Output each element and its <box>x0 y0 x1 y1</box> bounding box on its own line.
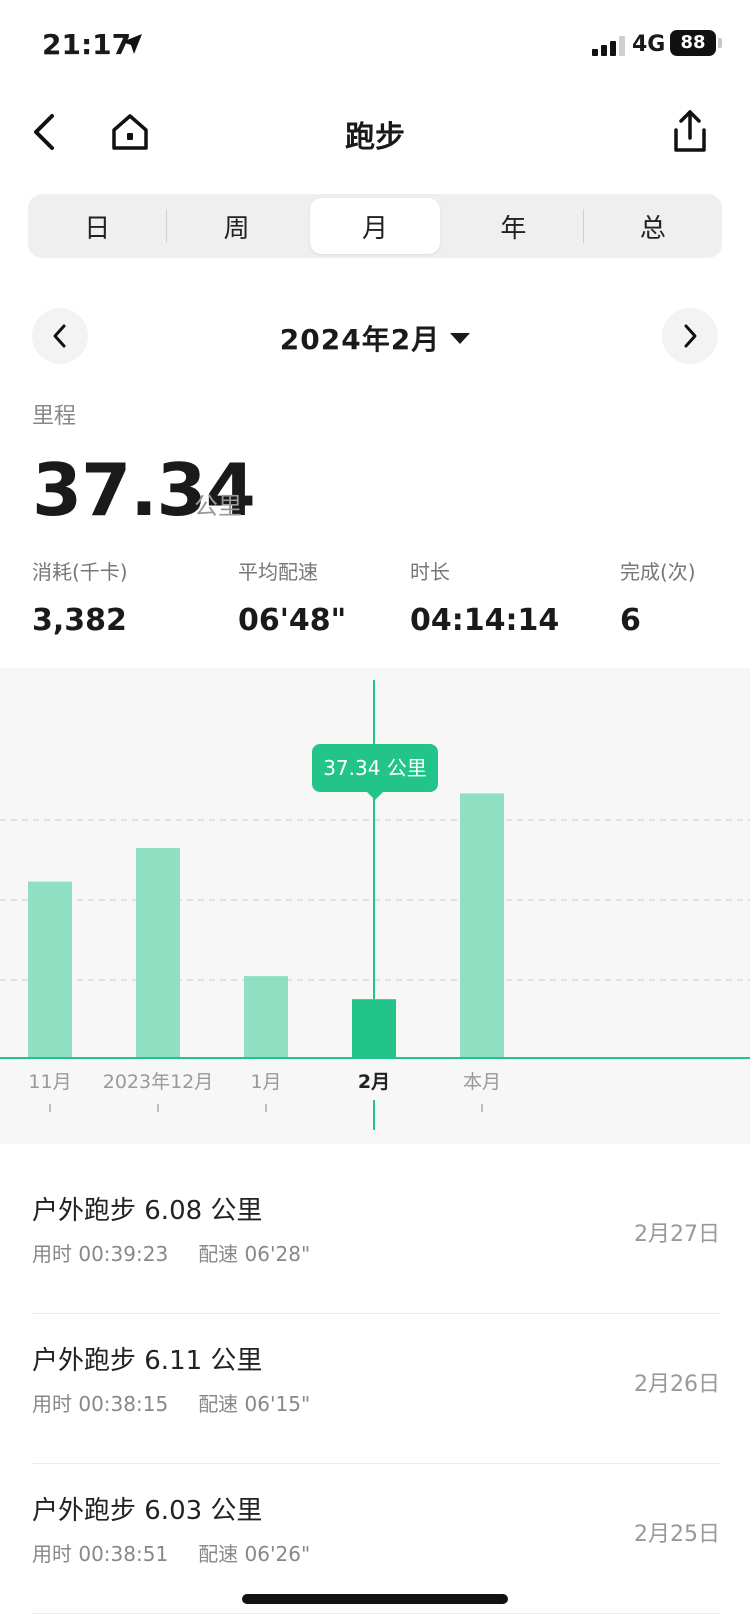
tab-divider <box>582 209 584 243</box>
record-date: 2月26日 <box>634 1372 720 1397</box>
x-tick-label: 本月 <box>463 1071 501 1093</box>
bar-chart: 11月 2023年12月 1月 2月 本月 <box>0 680 750 1130</box>
record-title: 户外跑步 6.08 公里 <box>32 1196 263 1226</box>
record-date: 2月25日 <box>634 1522 720 1547</box>
chart-bar[interactable] <box>244 976 288 1058</box>
tab-day[interactable]: 日 <box>32 198 162 254</box>
list-item[interactable]: 户外跑步 6.11 公里 用时 00:38:15 配速 06'15" 2月26日 <box>32 1314 720 1464</box>
list-item[interactable]: 户外跑步 6.08 公里 用时 00:39:23 配速 06'28" 2月27日 <box>32 1164 720 1314</box>
record-title: 户外跑步 6.03 公里 <box>32 1496 263 1526</box>
home-indicator <box>242 1594 508 1604</box>
list-item[interactable]: 户外跑步 6.03 公里 用时 00:38:51 配速 06'26" 2月25日 <box>32 1464 720 1614</box>
chart-bar[interactable] <box>352 999 396 1058</box>
tab-divider <box>166 209 168 243</box>
x-tick-label: 11月 <box>28 1071 71 1093</box>
tab-week[interactable]: 周 <box>171 198 301 254</box>
stat-calories: 消耗(千卡) 3,382 <box>32 560 128 638</box>
x-tick-label: 2023年12月 <box>103 1071 214 1093</box>
x-tick-label: 2月 <box>358 1071 390 1093</box>
battery-icon: 88 <box>670 30 716 56</box>
network-type: 4G <box>632 32 666 57</box>
month-dropdown[interactable]: 2024年2月 <box>0 318 750 358</box>
tab-year[interactable]: 年 <box>448 198 578 254</box>
distance-unit: 公里 <box>194 492 242 520</box>
period-tabs: 日 周 月 年 总 <box>28 194 722 258</box>
month-selector: 2024年2月 <box>0 308 750 364</box>
chart-bar[interactable] <box>28 881 72 1058</box>
location-arrow-icon <box>122 34 142 54</box>
monthly-distance-chart[interactable]: 11月 2023年12月 1月 2月 本月 <box>0 668 750 1144</box>
chart-bar[interactable] <box>460 793 504 1058</box>
stat-completed: 完成(次) 6 <box>620 560 696 638</box>
record-subtitle: 用时 00:38:51 配速 06'26" <box>32 1542 311 1566</box>
caret-down-icon <box>450 332 471 344</box>
navigation-bar: 跑步 <box>0 100 750 164</box>
signal-icon <box>592 36 625 56</box>
run-records-list: 户外跑步 6.08 公里 用时 00:39:23 配速 06'28" 2月27日 … <box>32 1164 720 1614</box>
share-icon[interactable] <box>668 108 712 156</box>
battery-cap <box>718 38 722 48</box>
chart-tooltip: 37.34 公里 <box>312 744 438 800</box>
tab-total[interactable]: 总 <box>588 198 718 254</box>
status-bar: 21:17 4G 88 <box>0 0 750 90</box>
page-title: 跑步 <box>345 120 405 155</box>
stat-duration: 时长 04:14:14 <box>410 560 560 638</box>
record-subtitle: 用时 00:38:15 配速 06'15" <box>32 1392 311 1416</box>
status-time: 21:17 <box>42 28 132 61</box>
stat-avg-pace: 平均配速 06'48" <box>238 560 347 638</box>
chevron-right-icon <box>684 324 697 348</box>
next-month-button[interactable] <box>662 308 718 364</box>
distance-label: 里程 <box>32 404 77 429</box>
chart-bar[interactable] <box>136 848 180 1058</box>
tab-month[interactable]: 月 <box>309 198 441 254</box>
record-date: 2月27日 <box>634 1222 720 1247</box>
record-title: 户外跑步 6.11 公里 <box>32 1346 263 1376</box>
record-subtitle: 用时 00:39:23 配速 06'28" <box>32 1242 311 1266</box>
x-tick-label: 1月 <box>250 1071 281 1093</box>
